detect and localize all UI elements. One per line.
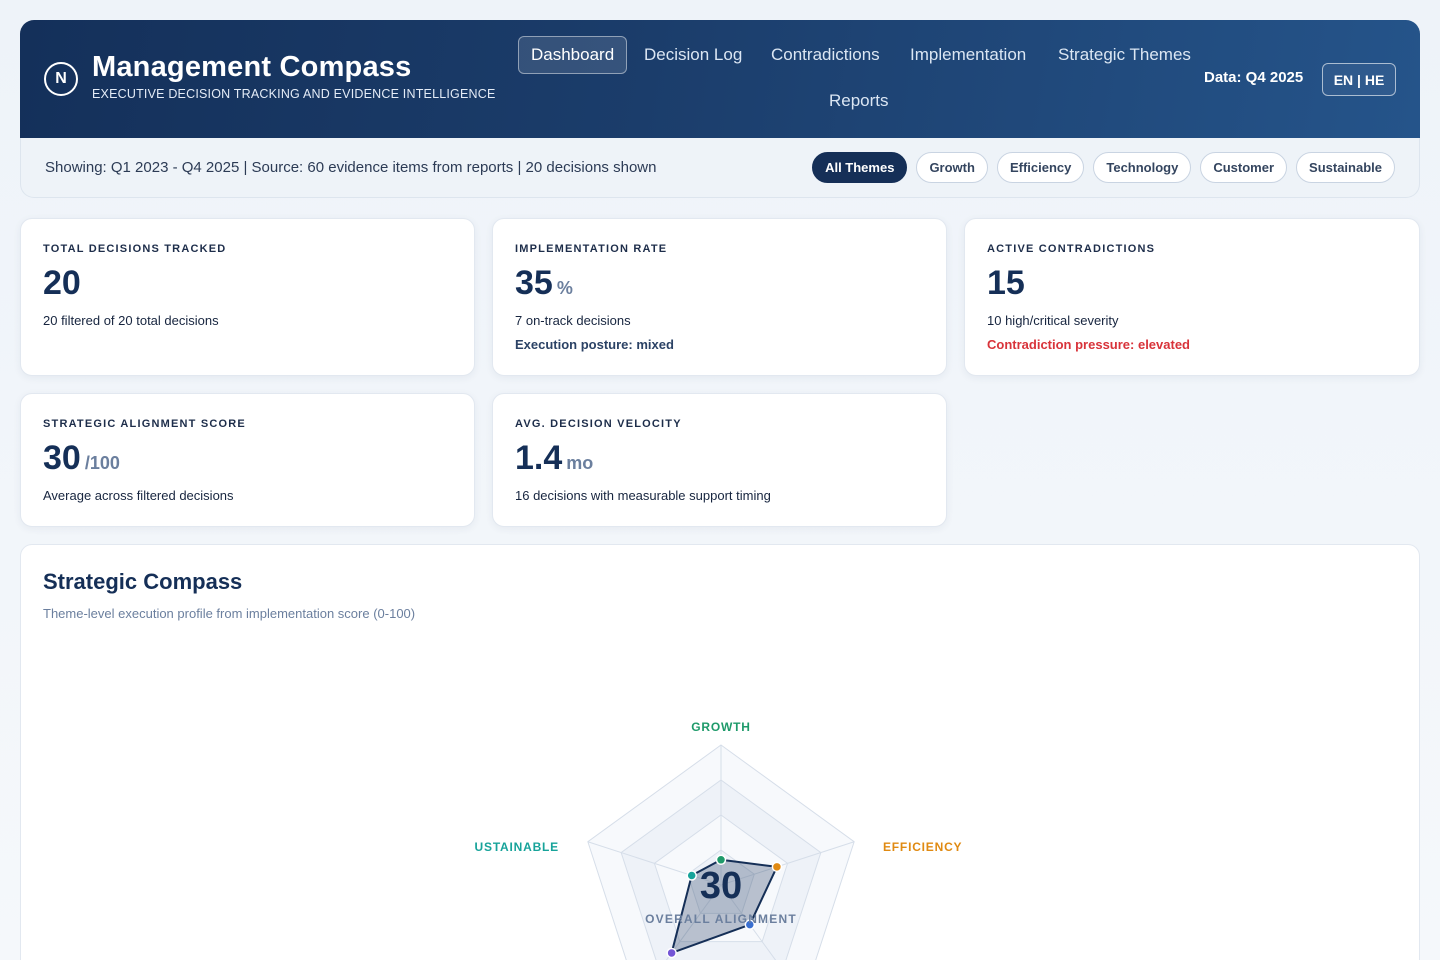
radar-point-customer[interactable]	[666, 947, 677, 959]
kpi-value: 15	[987, 264, 1025, 302]
nav-reports[interactable]: Reports	[817, 83, 901, 119]
kpi-detail: 20 filtered of 20 total decisions	[43, 313, 219, 328]
kpi-value: 1.4 mo	[515, 439, 594, 477]
center-alignment-value: 30	[700, 865, 742, 907]
radar-label-growth: GROWTH	[691, 720, 750, 734]
kpi-unit: /100	[84, 453, 120, 473]
nav-strategic-themes[interactable]: Strategic Themes	[1046, 37, 1203, 73]
kpi-label: AVG. DECISION VELOCITY	[515, 418, 682, 430]
app-title: Management Compass	[92, 51, 412, 83]
kpi-label: ACTIVE CONTRADICTIONS	[987, 243, 1156, 255]
kpi-value: 30/100	[43, 439, 120, 477]
nav-dashboard[interactable]: Dashboard	[518, 36, 628, 74]
chip-customer[interactable]: Customer	[1200, 152, 1288, 183]
radar-label-ustainable: USTAINABLE	[475, 840, 559, 854]
kpi-total-decisions: TOTAL DECISIONS TRACKED 20 20 filtered o…	[20, 218, 475, 376]
chip-growth[interactable]: Growth	[916, 152, 988, 183]
nav-contradictions[interactable]: Contradictions	[759, 37, 892, 73]
radar-chart: GROWTH EFFICIENCY USTAINABLE 30 OVERALL AL…	[475, 720, 962, 960]
nav-implementation[interactable]: Implementation	[898, 37, 1038, 73]
radar-point-efficiency[interactable]	[771, 861, 783, 873]
radar-label-efficiency: EFFICIENCY	[883, 840, 962, 854]
radar-point-ustainable[interactable]	[686, 870, 697, 881]
kpi-unit: mo	[566, 453, 594, 473]
kpi-posture: Execution posture: mixed	[515, 337, 674, 352]
nav-decision-log[interactable]: Decision Log	[632, 37, 754, 73]
kpi-detail: 7 on-track decisions	[515, 313, 631, 328]
kpi-value: 20	[43, 264, 81, 302]
kpi-implementation-rate: IMPLEMENTATION RATE 35% 7 on-track decis…	[492, 218, 947, 376]
kpi-value: 35%	[515, 264, 573, 302]
language-toggle-button[interactable]: EN | HE	[1322, 63, 1396, 96]
strategic-compass-panel: Strategic Compass Theme-level execution …	[20, 544, 1420, 960]
kpi-detail: 10 high/critical severity	[987, 313, 1119, 328]
kpi-active-contradictions: ACTIVE CONTRADICTIONS 15 10 high/critica…	[964, 218, 1420, 376]
kpi-decision-velocity: AVG. DECISION VELOCITY 1.4 mo 16 decision…	[492, 393, 947, 527]
kpi-alignment-score: STRATEGIC ALIGNMENT SCORE 30/100 Average…	[20, 393, 475, 527]
chip-efficiency[interactable]: Efficiency	[996, 152, 1085, 183]
kpi-detail: Average across filtered decisions	[43, 488, 234, 503]
kpi-label: TOTAL DECISIONS TRACKED	[43, 243, 227, 255]
chip-technology[interactable]: Technology	[1093, 152, 1192, 183]
kpi-label: STRATEGIC ALIGNMENT SCORE	[43, 418, 246, 430]
kpi-unit: %	[556, 278, 573, 298]
center-alignment-label: OVERALL ALIGNMENT	[645, 912, 797, 926]
logo-icon: N	[44, 62, 78, 96]
filter-bar: Showing: Q1 2023 - Q4 2025 | Source: 60 …	[20, 138, 1420, 198]
chip-all-themes[interactable]: All Themes	[812, 152, 908, 183]
app-subtitle: EXECUTIVE DECISION TRACKING AND EVIDENCE…	[92, 87, 496, 101]
data-period-label: Data: Q4 2025	[1204, 69, 1304, 86]
app-header: N Management Compass EXECUTIVE DECISION …	[20, 20, 1420, 138]
showing-summary: Showing: Q1 2023 - Q4 2025 | Source: 60 …	[45, 159, 657, 176]
kpi-detail: 16 decisions with measurable support tim…	[515, 488, 771, 503]
kpi-label: IMPLEMENTATION RATE	[515, 243, 668, 255]
kpi-pressure-alert: Contradiction pressure: elevated	[987, 337, 1190, 352]
main-nav: Dashboard Decision Log Contradictions Im…	[498, 36, 1198, 136]
radar-point-growth[interactable]	[715, 854, 727, 866]
chip-sustainable[interactable]: Sustainable	[1296, 152, 1395, 183]
theme-filter-chips: All Themes Growth Efficiency Technology …	[812, 152, 1395, 183]
